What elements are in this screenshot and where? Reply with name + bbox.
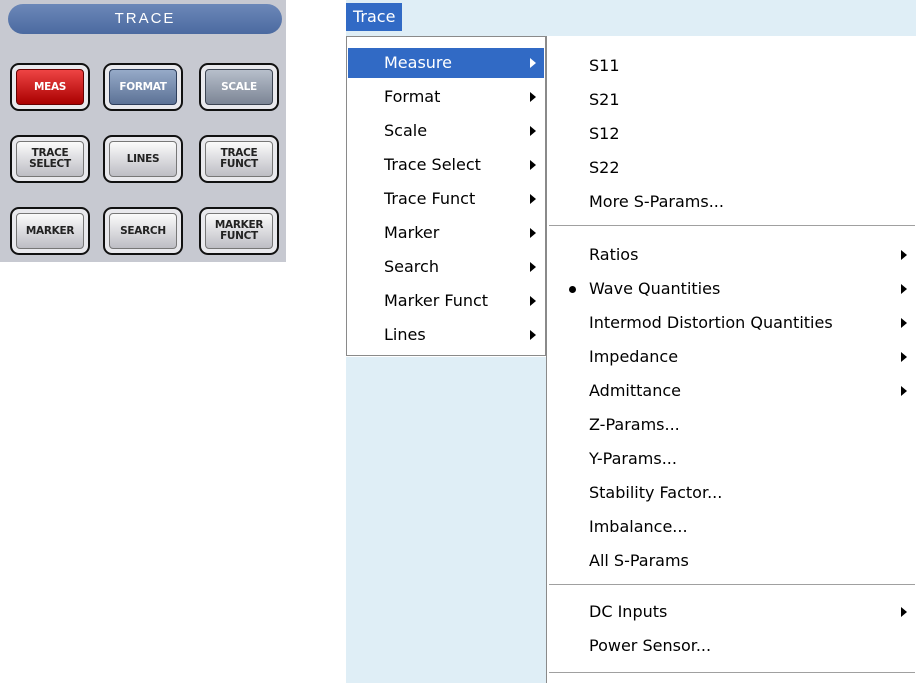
format-key[interactable]: FORMAT (103, 63, 183, 111)
app-background (346, 357, 548, 683)
submenu-item-label: S12 (589, 124, 620, 143)
search-key-label: SEARCH (109, 213, 177, 249)
menu-item-label: Trace Select (384, 155, 481, 174)
meas-key-label: MEAS (16, 69, 84, 105)
menu-item-format[interactable]: Format (348, 82, 544, 112)
submenu-item-label: S22 (589, 158, 620, 177)
trace-menu: Measure Format Scale Trace Select Trace … (346, 36, 546, 356)
menu-item-label: Marker Funct (384, 291, 489, 310)
submenu-arrow-icon (901, 250, 907, 260)
submenu-item-label: Ratios (589, 245, 639, 264)
trace-funct-key-label: TRACE FUNCT (205, 141, 273, 177)
menu-item-search[interactable]: Search (348, 252, 544, 282)
lines-key-label: LINES (109, 141, 177, 177)
submenu-item-label: DC Inputs (589, 602, 668, 621)
submenu-item-dc-inputs[interactable]: DC Inputs (547, 595, 916, 629)
submenu-arrow-icon (901, 284, 907, 294)
submenu-item-label: Stability Factor... (589, 483, 723, 502)
menu-item-label: Search (384, 257, 439, 276)
submenu-item-label: Power Sensor... (589, 636, 712, 655)
panel-title: TRACE (8, 4, 282, 34)
submenu-item-label: Admittance (589, 381, 681, 400)
submenu-item-more-s-params[interactable]: More S-Params... (547, 185, 916, 219)
submenu-arrow-icon (901, 607, 907, 617)
submenu-item-z-params[interactable]: Z-Params... (547, 408, 916, 442)
menu-item-trace-select[interactable]: Trace Select (348, 150, 544, 180)
menu-item-label: Trace Funct (384, 189, 476, 208)
menu-bar: Trace (346, 0, 916, 36)
meas-key[interactable]: MEAS (10, 63, 90, 111)
submenu-arrow-icon (901, 386, 907, 396)
scale-key-label: SCALE (205, 69, 273, 105)
lines-key[interactable]: LINES (103, 135, 183, 183)
menu-separator (549, 584, 915, 586)
submenu-item-s11[interactable]: S11 (547, 49, 916, 83)
trace-select-key-label: TRACE SELECT (16, 141, 84, 177)
menu-item-label: Marker (384, 223, 440, 242)
submenu-item-all-s-params[interactable]: All S-Params (547, 544, 916, 578)
menu-item-label: Measure (384, 53, 452, 72)
submenu-item-label: Imbalance... (589, 517, 688, 536)
menu-item-marker[interactable]: Marker (348, 218, 544, 248)
submenu-item-imbalance[interactable]: Imbalance... (547, 510, 916, 544)
submenu-arrow-icon (530, 262, 536, 272)
submenu-item-power-sensor[interactable]: Power Sensor... (547, 629, 916, 663)
submenu-item-label: S11 (589, 56, 620, 75)
submenu-arrow-icon (901, 352, 907, 362)
submenu-arrow-icon (530, 58, 536, 68)
submenu-arrow-icon (530, 194, 536, 204)
menu-item-lines[interactable]: Lines (348, 320, 544, 350)
menu-item-measure[interactable]: Measure (348, 48, 544, 78)
submenu-item-label: More S-Params... (589, 192, 724, 211)
submenu-item-s12[interactable]: S12 (547, 117, 916, 151)
measure-submenu: S11 S21 S12 S22 More S-Params... Ratios … (546, 36, 916, 683)
submenu-item-label: S21 (589, 90, 620, 109)
submenu-arrow-icon (530, 126, 536, 136)
menu-item-scale[interactable]: Scale (348, 116, 544, 146)
submenu-item-y-params[interactable]: Y-Params... (547, 442, 916, 476)
submenu-arrow-icon (530, 92, 536, 102)
submenu-item-ratios[interactable]: Ratios (547, 238, 916, 272)
submenu-item-s21[interactable]: S21 (547, 83, 916, 117)
submenu-arrow-icon (530, 330, 536, 340)
submenu-item-label: All S-Params (589, 551, 689, 570)
menu-item-label: Format (384, 87, 441, 106)
submenu-arrow-icon (530, 296, 536, 306)
marker-key[interactable]: MARKER (10, 207, 90, 255)
marker-funct-key-label: MARKER FUNCT (205, 213, 273, 249)
submenu-item-s22[interactable]: S22 (547, 151, 916, 185)
marker-key-label: MARKER (16, 213, 84, 249)
marker-funct-key[interactable]: MARKER FUNCT (199, 207, 279, 255)
menu-item-trace-funct[interactable]: Trace Funct (348, 184, 544, 214)
submenu-item-impedance[interactable]: Impedance (547, 340, 916, 374)
menu-separator (549, 225, 915, 227)
submenu-item-label: Y-Params... (589, 449, 677, 468)
search-key[interactable]: SEARCH (103, 207, 183, 255)
trace-select-key[interactable]: TRACE SELECT (10, 135, 90, 183)
menu-trace[interactable]: Trace (346, 3, 403, 31)
menu-item-label: Scale (384, 121, 428, 140)
submenu-item-wave-quantities[interactable]: Wave Quantities (547, 272, 916, 306)
submenu-item-admittance[interactable]: Admittance (547, 374, 916, 408)
scale-key[interactable]: SCALE (199, 63, 279, 111)
submenu-item-label: Z-Params... (589, 415, 680, 434)
submenu-arrow-icon (530, 228, 536, 238)
submenu-item-intermod-distortion[interactable]: Intermod Distortion Quantities (547, 306, 916, 340)
format-key-label: FORMAT (109, 69, 177, 105)
trace-hardkey-panel: TRACE MEAS FORMAT SCALE TRACE SELECT LIN… (0, 0, 286, 262)
submenu-arrow-icon (901, 318, 907, 328)
submenu-item-label: Wave Quantities (589, 279, 721, 298)
selected-bullet-icon (569, 286, 576, 293)
menu-item-label: Lines (384, 325, 426, 344)
trace-funct-key[interactable]: TRACE FUNCT (199, 135, 279, 183)
menu-separator (549, 672, 915, 674)
submenu-item-label: Impedance (589, 347, 679, 366)
submenu-arrow-icon (530, 160, 536, 170)
menu-item-marker-funct[interactable]: Marker Funct (348, 286, 544, 316)
submenu-item-stability-factor[interactable]: Stability Factor... (547, 476, 916, 510)
submenu-item-label: Intermod Distortion Quantities (589, 313, 833, 332)
